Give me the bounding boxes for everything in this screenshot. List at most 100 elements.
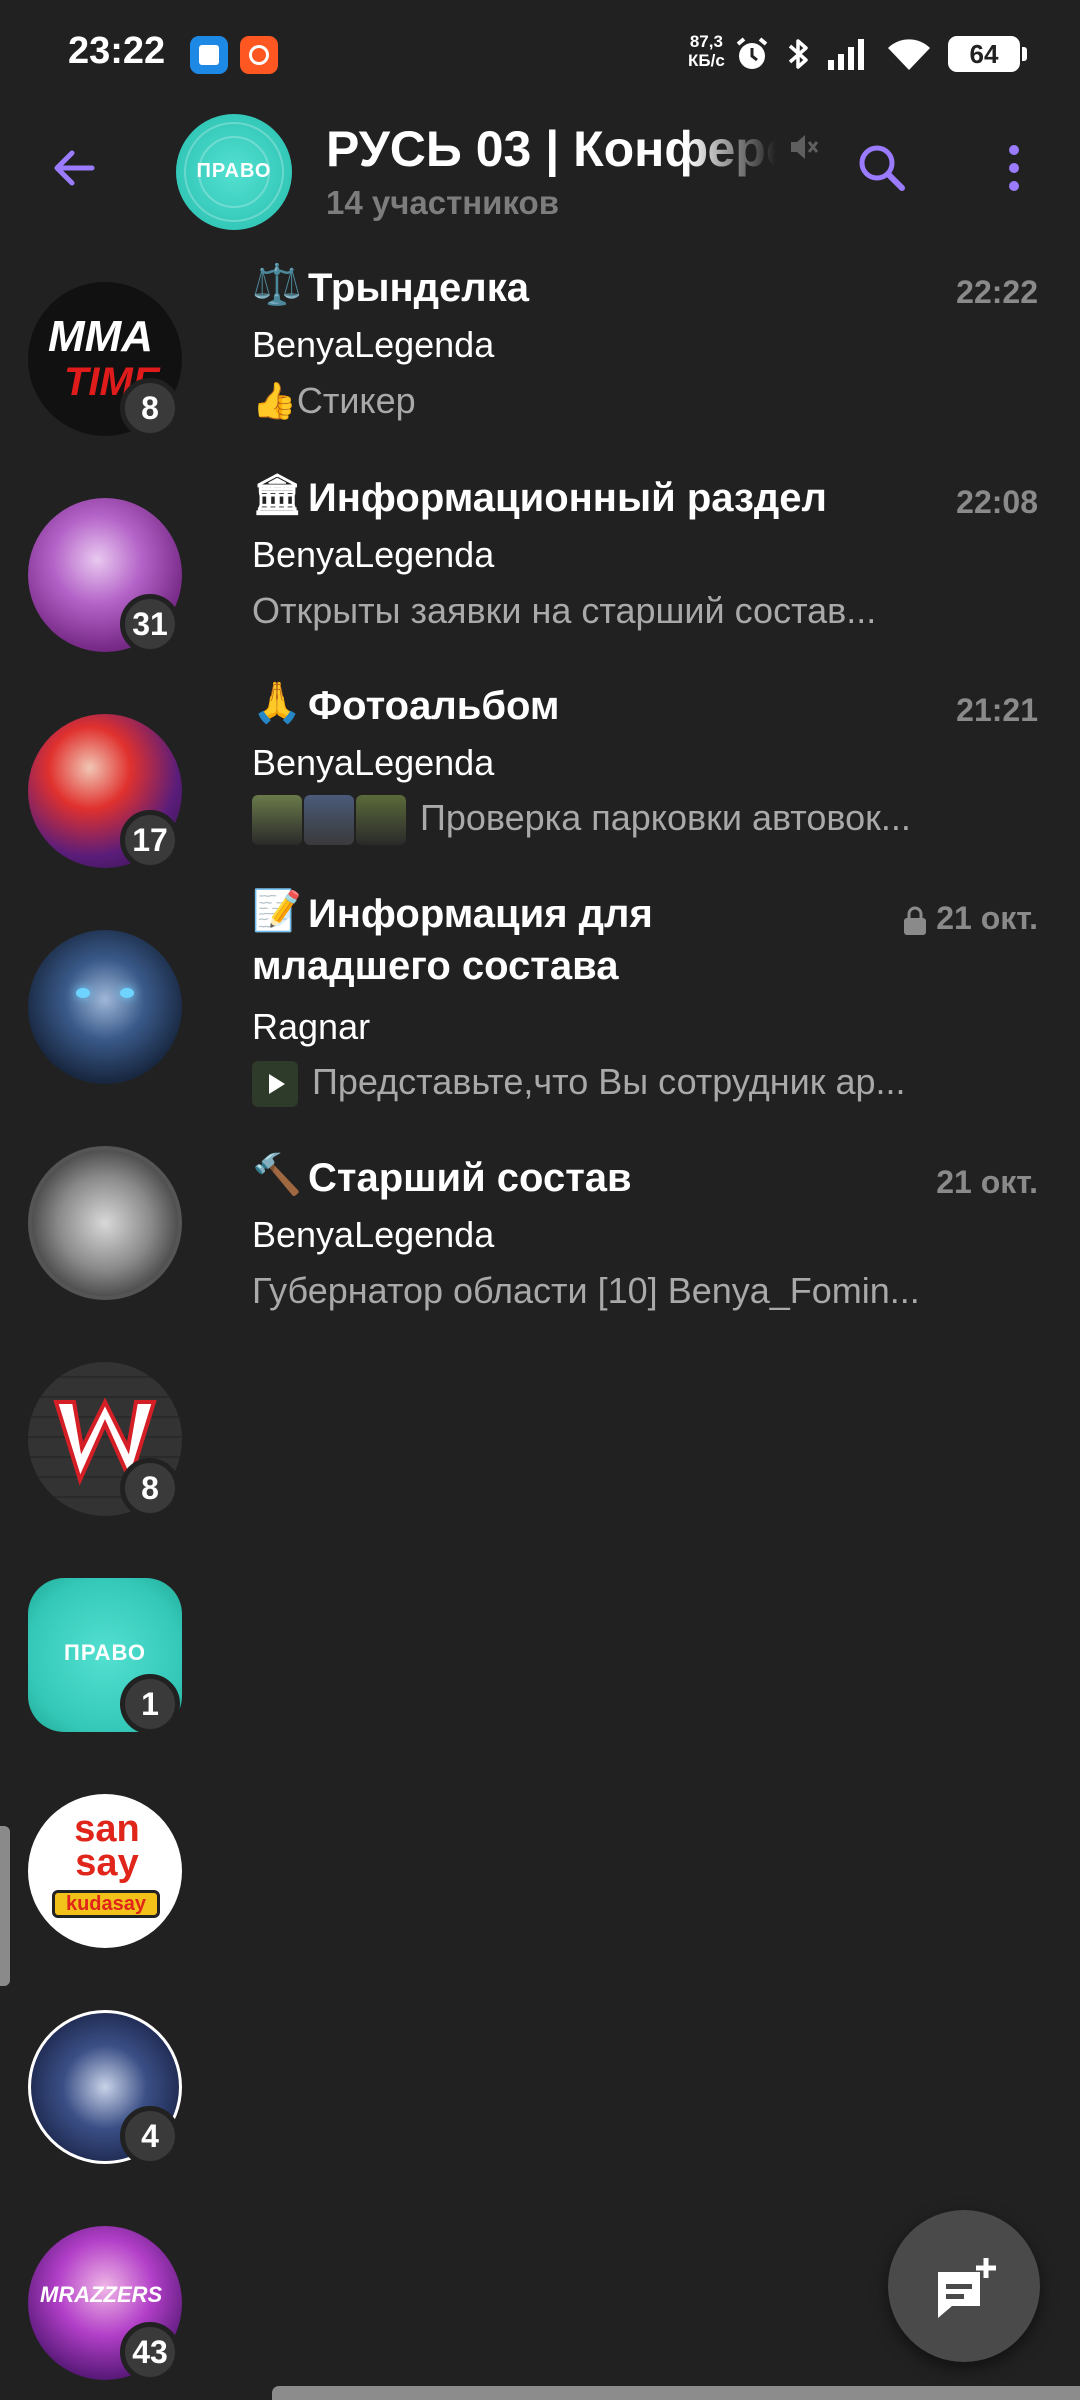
status-time: 23:22 xyxy=(68,30,166,72)
network-speed-value: 87,3 xyxy=(689,32,723,51)
lock-icon xyxy=(904,906,927,935)
battery-indicator: 64 xyxy=(948,36,1027,72)
topic-preview: Открыты заявки на старший состав... xyxy=(252,590,877,631)
topic-preview: Представьте,что Вы сотрудник ар... xyxy=(252,1056,1012,1112)
topic-time-text: 21 окт. xyxy=(936,900,1038,936)
topic-time: 22:08 xyxy=(956,484,1038,520)
topic-preview-text: Проверка парковки автовок... xyxy=(420,797,911,838)
topic-time: 21 окт. xyxy=(936,1164,1038,1200)
group-avatar-label: ПРАВО xyxy=(196,160,272,182)
topic-preview: Губернатор области [10] Benya_Fomin... xyxy=(252,1270,920,1311)
topic-item[interactable]: 🙏 Фотоальбом 21:21 BenyaLegenda Проверка… xyxy=(252,668,1042,876)
unread-badge: 4 xyxy=(120,2106,180,2166)
chat-sidebar: MMA TIME 8 31 17 8 ПРАВО 1 san say kudas… xyxy=(0,250,220,2400)
unread-badge: 8 xyxy=(120,378,180,438)
topic-title-text: Старший состав xyxy=(308,1156,632,1200)
navigation-bar-handle xyxy=(272,2386,1080,2400)
wifi-icon xyxy=(888,39,930,70)
search-icon[interactable] xyxy=(852,138,912,198)
notification-app-icon xyxy=(240,36,278,74)
topic-sender: BenyaLegenda xyxy=(252,742,495,783)
new-topic-button[interactable] xyxy=(888,2210,1040,2362)
topic-preview: 👍Стикер xyxy=(252,380,1012,422)
topic-time: 22:22 xyxy=(956,274,1038,310)
kudasay-logo: kudasay xyxy=(52,1890,160,1918)
government-building-icon: 🏛 xyxy=(252,473,303,517)
sidebar-chat-dnevnik-snegga[interactable]: 17 xyxy=(28,714,182,870)
topic-title-line: младшего состава xyxy=(252,944,619,988)
sidebar-chat-pink-photo[interactable]: 31 xyxy=(28,498,182,654)
avatar xyxy=(28,1146,182,1300)
unread-badge: 43 xyxy=(120,2322,180,2382)
avatar: san say kudasay xyxy=(28,1794,182,1948)
topic-title-text: Информационный раздел xyxy=(308,476,827,520)
topic-title: 🙏 Фотоальбом xyxy=(252,680,560,732)
topic-title-line: Информация для xyxy=(308,892,653,936)
topic-title: 🔨 Старший состав xyxy=(252,1152,632,1204)
topic-preview-text: Стикер xyxy=(296,380,416,421)
status-bar: 23:22 87,3 КБ/с 64 xyxy=(0,0,1080,110)
topic-preview-text: Представьте,что Вы сотрудник ар... xyxy=(312,1061,906,1102)
photo-thumbnail xyxy=(304,795,354,846)
topic-time: 21:21 xyxy=(956,692,1038,728)
topic-title: 🏛 Информационный раздел xyxy=(252,472,827,524)
wolf-eye xyxy=(76,988,90,998)
topic-title: 📝 Информация для младшего состава xyxy=(252,888,653,992)
unread-badge: 17 xyxy=(120,810,180,870)
bluetooth-icon xyxy=(788,39,808,69)
alarm-icon xyxy=(736,37,768,69)
unread-badge: 8 xyxy=(120,1458,180,1518)
signal-icon xyxy=(828,39,864,70)
topic-item[interactable]: ⚖️ Трынделка 22:22 BenyaLegenda 👍Стикер xyxy=(252,250,1042,460)
topic-title-text: Информация для младшего состава xyxy=(252,888,653,992)
topic-sender: BenyaLegenda xyxy=(252,324,495,365)
notification-app-icon xyxy=(190,36,228,74)
sidebar-chat-hockey[interactable]: 4 xyxy=(28,2010,182,2166)
member-count: 14 участников xyxy=(326,184,559,221)
topic-sender: BenyaLegenda xyxy=(252,534,495,575)
play-icon xyxy=(269,1074,285,1095)
compose-icon xyxy=(938,2258,996,2318)
chat-title[interactable]: РУСЬ 03 | Конференция xyxy=(326,120,776,180)
back-arrow-icon[interactable] xyxy=(44,138,104,198)
praying-hands-icon: 🙏 xyxy=(252,681,302,725)
wolf-eye xyxy=(120,988,134,998)
sanday-logo: san say xyxy=(74,1808,140,1884)
group-avatar[interactable]: ПРАВО xyxy=(176,114,292,230)
sidebar-chat-pravo[interactable]: ПРАВО 1 xyxy=(28,1578,182,1734)
mrazzers-logo: MRAZZERS xyxy=(40,2282,163,2307)
chat-header: ПРАВО РУСЬ 03 | Конференция 14 участнико… xyxy=(0,110,1080,250)
selected-chat-indicator xyxy=(0,1826,10,1986)
unread-badge: 1 xyxy=(120,1674,180,1734)
topic-time: 21 окт. xyxy=(902,900,1038,937)
sidebar-chat-sanday-kudasay[interactable]: san say kudasay xyxy=(28,1794,182,1948)
video-thumbnail xyxy=(252,1061,298,1108)
hammer-icon: 🔨 xyxy=(252,1153,302,1197)
topic-item[interactable]: 📝 Информация для младшего состава 21 окт… xyxy=(252,876,1042,1140)
topic-item[interactable]: 🔨 Старший состав 21 окт. BenyaLegenda Гу… xyxy=(252,1140,1042,1350)
muted-speaker-icon xyxy=(791,135,819,159)
sidebar-chat-mrazzers[interactable]: MRAZZERS 43 xyxy=(28,2226,182,2382)
mma-logo: MMA xyxy=(48,312,154,361)
sidebar-chat-mma-time[interactable]: MMA TIME 8 xyxy=(28,282,182,438)
topic-sender: BenyaLegenda xyxy=(252,1214,495,1255)
memo-icon: 📝 xyxy=(252,889,302,933)
sidebar-chat-bw-photo[interactable] xyxy=(28,1146,182,1300)
thumbs-up-icon: 👍 xyxy=(252,380,297,421)
sidebar-chat-wolf[interactable] xyxy=(28,930,182,1084)
network-speed-unit: КБ/с xyxy=(688,51,725,70)
topic-item[interactable]: 🏛 Информационный раздел 22:08 BenyaLegen… xyxy=(252,460,1042,668)
avatar xyxy=(28,930,182,1084)
photo-thumbnail xyxy=(252,795,302,846)
photo-thumbnail xyxy=(356,795,406,846)
topic-title-text: Фотоальбом xyxy=(308,684,560,728)
topic-sender: Ragnar xyxy=(252,1006,371,1047)
scales-icon: ⚖️ xyxy=(252,263,302,307)
network-speed: 87,3 КБ/с xyxy=(688,32,725,70)
more-menu-icon[interactable] xyxy=(990,138,1038,198)
pravo-avatar-label: ПРАВО xyxy=(64,1640,146,1665)
topic-title: ⚖️ Трынделка xyxy=(252,262,529,314)
topic-preview: Проверка парковки автовок... xyxy=(252,792,1012,848)
sidebar-chat-wwe[interactable]: 8 xyxy=(28,1362,182,1518)
topic-title-text: Трынделка xyxy=(308,266,529,310)
